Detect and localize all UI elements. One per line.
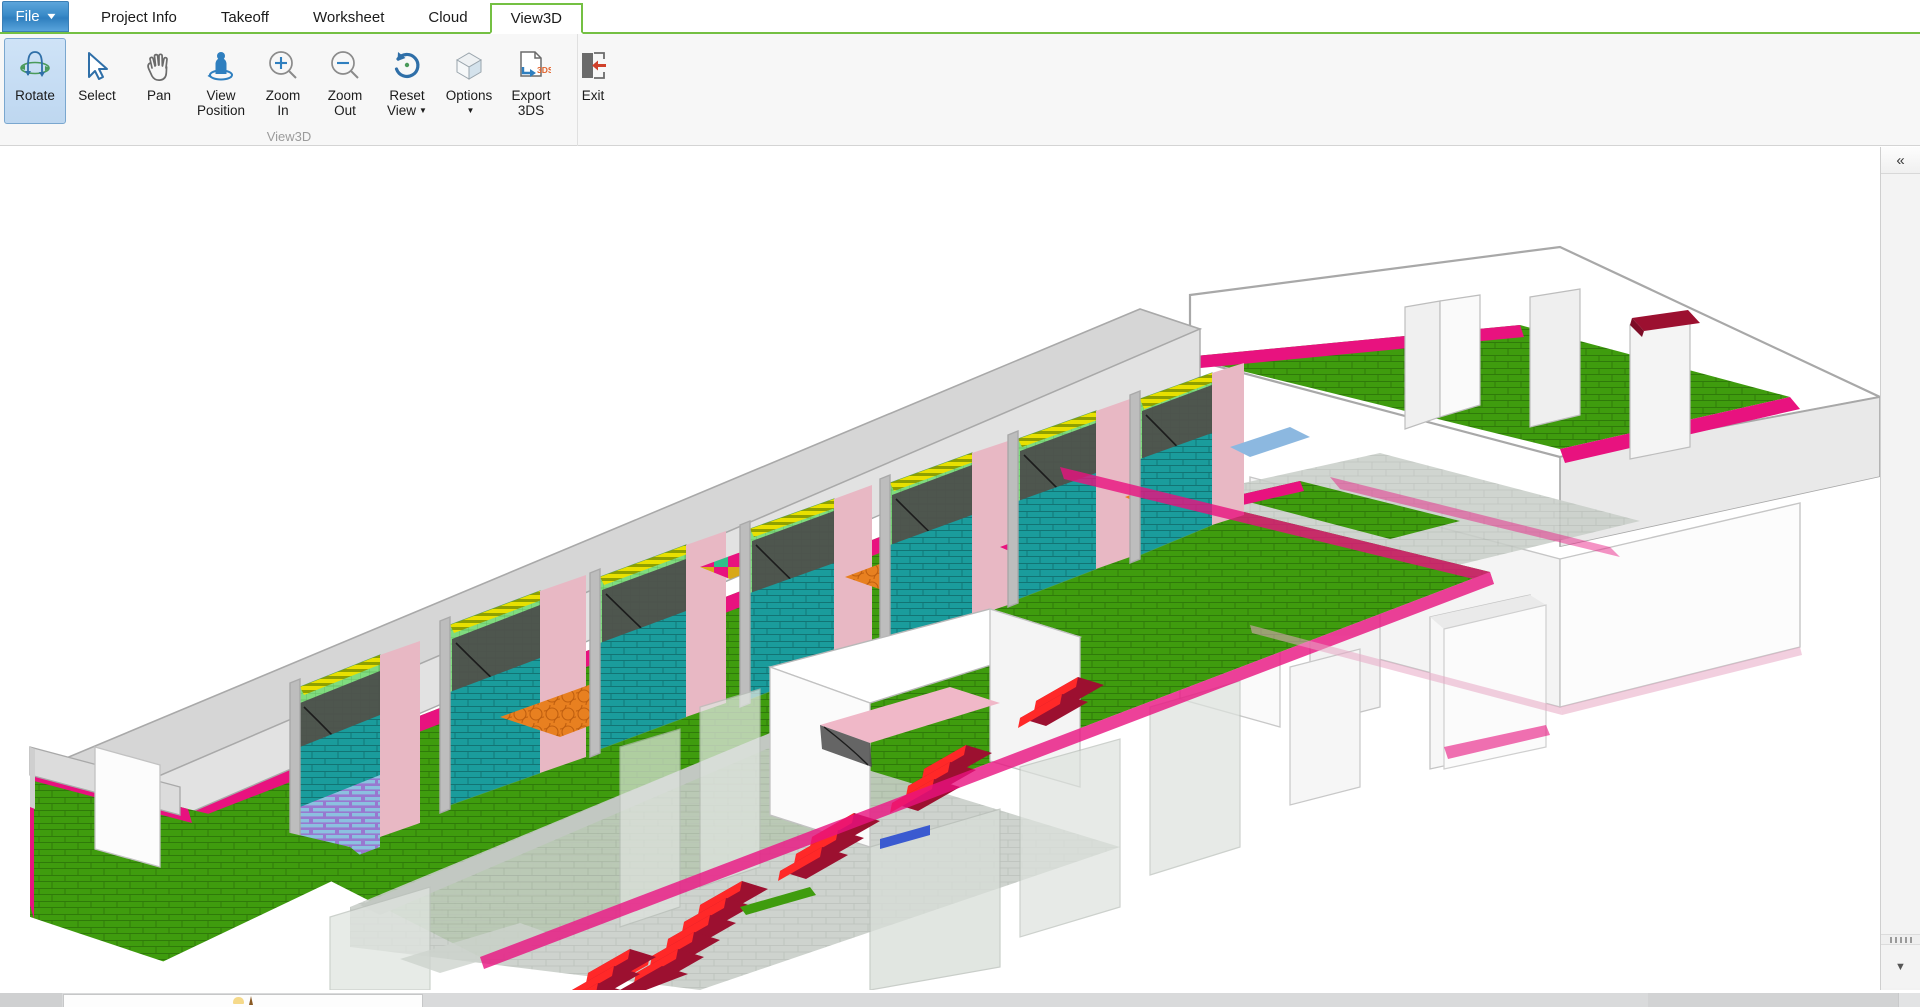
- application-window: File ▼ Project Info Takeoff Worksheet Cl…: [0, 0, 1920, 1007]
- ribbon-tabstrip: File ▼ Project Info Takeoff Worksheet Cl…: [0, 0, 1920, 34]
- taskbar-show-desktop[interactable]: [1898, 993, 1920, 1007]
- pan-label: Pan: [146, 88, 172, 103]
- dock-scroll-down-button[interactable]: ▼: [1881, 945, 1920, 988]
- zoom-in-label: Zoom In: [265, 88, 301, 118]
- svg-text:3DS: 3DS: [537, 65, 551, 75]
- taskbar-active-window[interactable]: [63, 993, 423, 1007]
- app-icon-a: [233, 997, 244, 1004]
- dock-splitter-grip[interactable]: [1881, 934, 1920, 945]
- taskbar-system-tray[interactable]: [1648, 993, 1898, 1007]
- right-dock-panel: « ▼: [1880, 147, 1920, 990]
- chevron-down-icon[interactable]: ▼: [467, 106, 475, 115]
- options-label: Options ▼: [445, 88, 493, 115]
- cursor-arrow-icon: [77, 44, 117, 88]
- rotate-3d-icon: [15, 44, 55, 88]
- rotate-label: Rotate: [15, 88, 55, 103]
- exit-label: Exit: [581, 88, 605, 103]
- zoom-out-label: Zoom Out: [327, 88, 363, 118]
- magnifier-minus-icon: [325, 44, 365, 88]
- app-icon-b: [249, 996, 253, 1005]
- hand-icon: [139, 44, 179, 88]
- export-3ds-button[interactable]: 3DS Export 3DS: [500, 38, 562, 124]
- model-geometry: [0, 245, 1880, 990]
- double-chevron-left-icon: «: [1896, 151, 1905, 169]
- model-3d-canvas[interactable]: [0, 147, 1880, 990]
- taskbar-empty-area: [423, 993, 1648, 1007]
- chevron-down-icon: ▼: [1895, 960, 1906, 973]
- tab-cloud[interactable]: Cloud: [406, 1, 489, 32]
- taskbar-start-button[interactable]: [0, 993, 62, 1007]
- ribbon-group-label: View3D: [266, 129, 312, 144]
- pan-button[interactable]: Pan: [128, 38, 190, 124]
- person-orbit-icon: [201, 44, 241, 88]
- ribbon-tabs: Project Info Takeoff Worksheet Cloud Vie…: [79, 0, 584, 34]
- ribbon-group-items: Rotate Select Pan View Position Zoom In …: [0, 34, 606, 126]
- dock-content-area: [1881, 174, 1920, 934]
- view-position-button[interactable]: View Position: [190, 38, 252, 124]
- file-menu-button[interactable]: File ▼: [2, 1, 69, 32]
- select-label: Select: [78, 88, 116, 103]
- reset-arrow-icon: [387, 44, 427, 88]
- os-taskbar: [0, 993, 1920, 1007]
- ribbon-group-view3d: Rotate Select Pan View Position Zoom In …: [0, 34, 606, 146]
- cube-icon: [449, 44, 489, 88]
- tab-view3d[interactable]: View3D: [489, 3, 584, 34]
- reset-view-label: Reset View ▼: [387, 88, 427, 118]
- rotate-button[interactable]: Rotate: [4, 38, 66, 124]
- reset-view-button[interactable]: Reset View ▼: [376, 38, 438, 124]
- chevron-down-icon: ▼: [44, 11, 58, 21]
- zoom-out-button[interactable]: Zoom Out: [314, 38, 376, 124]
- zoom-in-button[interactable]: Zoom In: [252, 38, 314, 124]
- export-3ds-label: Export 3DS: [511, 88, 551, 118]
- file-menu-label: File: [15, 8, 40, 25]
- collapse-panel-button[interactable]: «: [1881, 147, 1920, 174]
- exit-door-icon: [573, 44, 613, 88]
- ribbon-body: Rotate Select Pan View Position Zoom In …: [0, 34, 1920, 146]
- viewport-3d[interactable]: [0, 147, 1880, 990]
- select-button[interactable]: Select: [66, 38, 128, 124]
- view-position-label: View Position: [196, 88, 246, 118]
- exit-button[interactable]: Exit: [562, 38, 624, 124]
- export-3ds-icon: 3DS: [511, 44, 551, 88]
- options-button[interactable]: Options ▼: [438, 38, 500, 124]
- tab-takeoff[interactable]: Takeoff: [199, 1, 291, 32]
- chevron-down-icon[interactable]: ▼: [419, 106, 427, 115]
- tab-worksheet[interactable]: Worksheet: [291, 1, 406, 32]
- tab-project-info[interactable]: Project Info: [79, 1, 199, 32]
- magnifier-plus-icon: [263, 44, 303, 88]
